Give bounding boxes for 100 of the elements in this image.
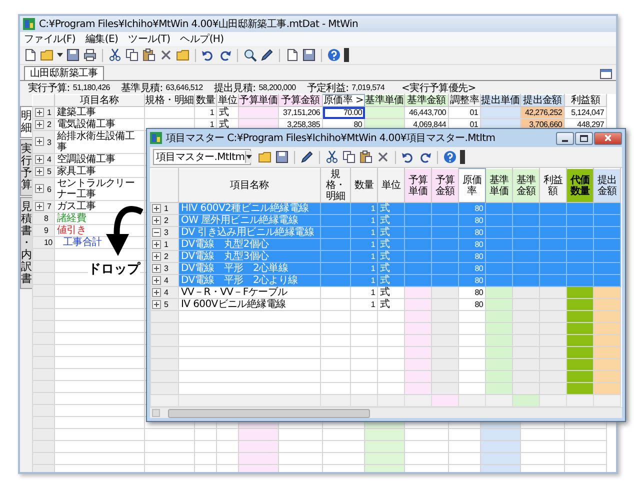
expand-icon[interactable] — [35, 137, 44, 146]
file-dropdown[interactable]: 項目マスター.MtItm — [153, 149, 251, 165]
column-header[interactable]: 原価率 > — [322, 94, 364, 106]
side-tab[interactable]: 明細 — [20, 106, 33, 138]
row-header[interactable]: 9 — [32, 224, 54, 236]
pencil-icon[interactable] — [260, 48, 274, 62]
document-icon[interactable] — [285, 48, 299, 62]
row-header[interactable]: 1 — [32, 106, 54, 118]
row-header[interactable]: 1 — [150, 238, 178, 250]
maximize-button[interactable] — [575, 132, 593, 144]
pencil-icon[interactable] — [300, 150, 314, 164]
row-header[interactable]: 5 — [32, 166, 54, 178]
column-header[interactable]: 基準単価 — [364, 94, 404, 106]
save-icon[interactable] — [66, 48, 80, 62]
expand-icon[interactable] — [35, 166, 44, 176]
row-header[interactable]: 3 — [150, 226, 178, 238]
folder-icon[interactable] — [40, 48, 54, 62]
expand-icon[interactable] — [152, 300, 161, 309]
menu-item[interactable]: 編集(E) — [85, 32, 118, 46]
close-button[interactable] — [594, 132, 622, 144]
expand-icon[interactable] — [152, 216, 161, 225]
side-tab[interactable]: 見積書・内訳書 — [20, 196, 33, 290]
window-icon[interactable] — [600, 68, 612, 80]
column-header[interactable]: 規格・明細 — [144, 94, 194, 106]
expand-icon[interactable] — [35, 184, 44, 194]
expand-icon[interactable] — [35, 202, 44, 211]
column-header[interactable]: 原価率 — [458, 168, 486, 202]
row-header[interactable]: 5 — [150, 298, 178, 310]
expand-icon[interactable] — [152, 276, 161, 285]
column-header[interactable]: 単位 — [216, 94, 238, 106]
undo-icon[interactable] — [401, 150, 415, 164]
collapse-icon[interactable] — [152, 228, 161, 237]
delete-icon[interactable] — [159, 48, 173, 62]
column-header[interactable]: 利益額 — [564, 94, 606, 106]
document-tab[interactable]: 山田邸新築工事 — [24, 66, 104, 80]
expand-icon[interactable] — [152, 288, 161, 297]
expand-icon[interactable] — [35, 108, 44, 117]
minimize-button[interactable] — [556, 132, 574, 144]
menu-item[interactable]: ファイル(F) — [24, 32, 76, 46]
row-header[interactable]: 4 — [150, 274, 178, 286]
column-header[interactable]: 代価数量 — [566, 168, 594, 202]
save-icon[interactable] — [302, 48, 316, 62]
row-header[interactable]: 3 — [150, 262, 178, 274]
column-header[interactable]: 数量 — [194, 94, 216, 106]
document-icon[interactable] — [23, 48, 37, 62]
column-header[interactable]: 数量 — [350, 168, 378, 202]
redo-icon[interactable] — [418, 150, 432, 164]
folder-icon[interactable] — [176, 48, 190, 62]
expand-icon[interactable] — [152, 252, 161, 261]
column-header[interactable]: 提出金額 — [520, 94, 564, 106]
expand-icon[interactable] — [35, 120, 44, 129]
expand-icon[interactable] — [152, 240, 161, 249]
grip-icon[interactable] — [344, 48, 349, 62]
grip-icon[interactable] — [460, 150, 465, 164]
column-header[interactable]: 単位 — [378, 168, 404, 202]
search-icon[interactable] — [243, 48, 257, 62]
column-header[interactable]: 予算単価 — [238, 94, 278, 106]
side-tab[interactable]: 実行予算 — [20, 139, 33, 196]
row-header[interactable]: 4 — [32, 154, 54, 166]
column-header[interactable]: 予算金額 — [278, 94, 322, 106]
delete-icon[interactable] — [376, 150, 390, 164]
column-header[interactable]: 提出単価 — [480, 94, 520, 106]
redo-icon[interactable] — [218, 48, 232, 62]
row-header[interactable]: 2 — [150, 214, 178, 226]
row-header[interactable]: 6 — [32, 178, 54, 200]
undo-icon[interactable] — [201, 48, 215, 62]
help-icon[interactable] — [443, 150, 457, 164]
cut-icon[interactable] — [325, 150, 339, 164]
row-header[interactable]: 8 — [32, 212, 54, 224]
row-header[interactable]: 3 — [32, 130, 54, 154]
help-icon[interactable] — [327, 48, 341, 62]
row-header[interactable]: 7 — [32, 200, 54, 212]
row-header[interactable]: 4 — [150, 286, 178, 298]
row-header[interactable]: 10 — [32, 236, 54, 248]
horizontal-scrollbar[interactable] — [150, 407, 622, 418]
cut-icon[interactable] — [108, 48, 122, 62]
copy-icon[interactable] — [125, 48, 139, 62]
column-header[interactable]: 基準金額 — [404, 94, 448, 106]
column-header[interactable]: 予算金額 — [432, 168, 458, 202]
column-header[interactable]: 基準単価 — [486, 168, 512, 202]
menu-item[interactable]: ツール(T) — [128, 32, 170, 46]
column-header[interactable]: 項目名称 — [54, 94, 144, 106]
menu-item[interactable]: ヘルプ(H) — [180, 32, 224, 46]
folder-icon[interactable] — [258, 150, 272, 164]
row-header[interactable]: 2 — [32, 118, 54, 130]
column-header[interactable]: 調整率 — [448, 94, 480, 106]
expand-icon[interactable] — [152, 204, 161, 213]
column-header[interactable]: 基準金額 — [512, 168, 540, 202]
column-header[interactable]: 利益額 — [540, 168, 566, 202]
column-header[interactable]: 規格・明細 — [320, 168, 350, 202]
copy-icon[interactable] — [342, 150, 356, 164]
row-header[interactable]: 1 — [150, 202, 178, 214]
column-header[interactable]: 項目名称 — [178, 168, 320, 202]
print-icon[interactable] — [83, 48, 97, 62]
column-header[interactable]: 予算単価 — [404, 168, 432, 202]
expand-icon[interactable] — [35, 154, 44, 164]
column-header[interactable]: 提出金額 — [594, 168, 620, 202]
expand-icon[interactable] — [152, 264, 161, 273]
row-header[interactable]: 2 — [150, 250, 178, 262]
save-icon[interactable] — [275, 150, 289, 164]
